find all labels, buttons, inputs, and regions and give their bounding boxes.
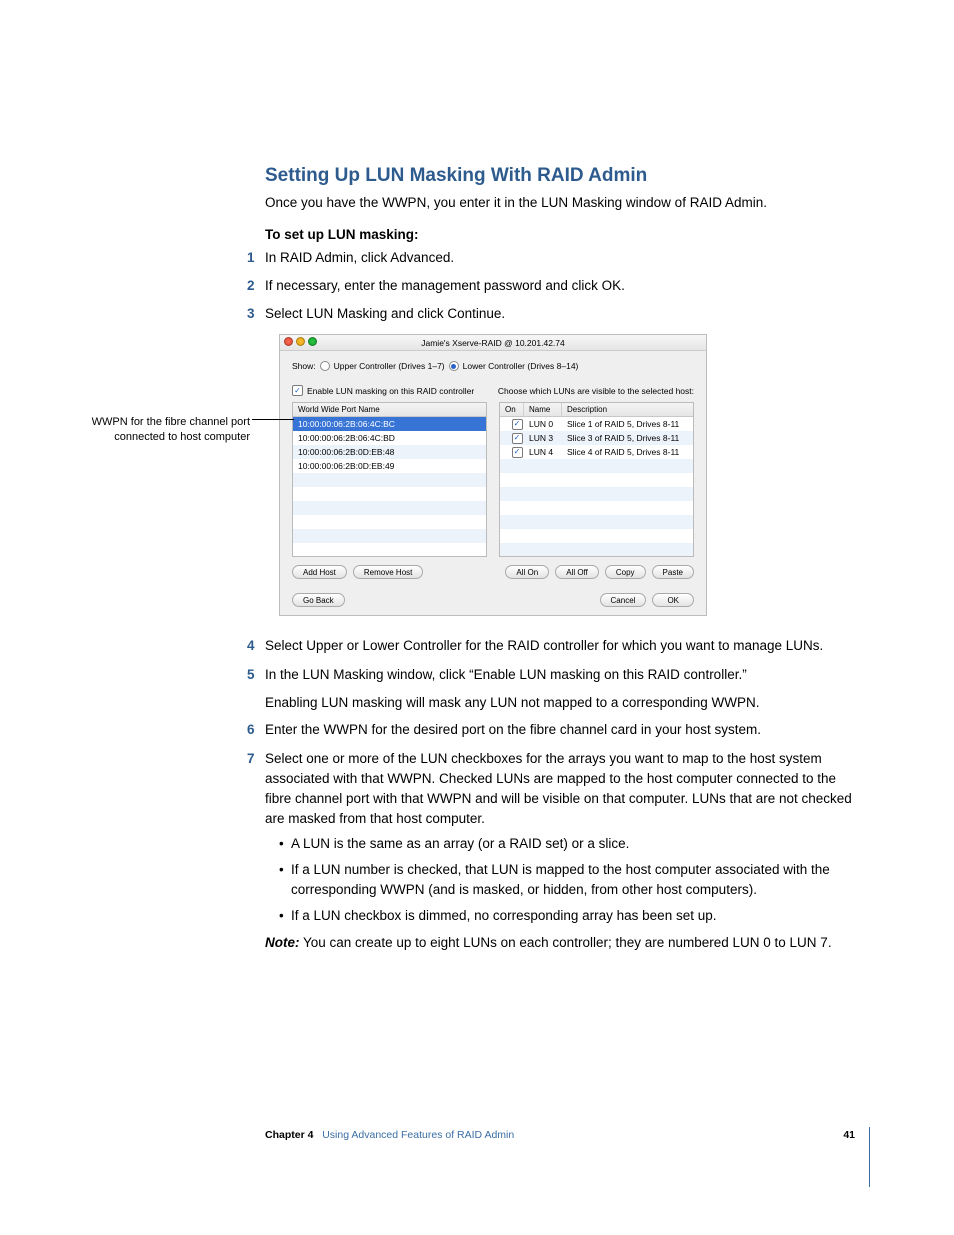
lun-checkbox[interactable] [512, 447, 523, 458]
raid-admin-dialog: Jamie's Xserve-RAID @ 10.201.42.74 Show:… [279, 334, 707, 616]
step-note: Enabling LUN masking will mask any LUN n… [265, 693, 855, 713]
ok-button[interactable]: OK [652, 593, 694, 607]
wwpn-value: 10:00:00:06:2B:06:4C:BC [298, 419, 395, 429]
step-item: 3Select LUN Masking and click Continue. [265, 304, 855, 324]
show-label: Show: [292, 361, 316, 371]
controller-show-row: Show: Upper Controller (Drives 1–7) Lowe… [292, 361, 694, 371]
lun-desc: Slice 3 of RAID 5, Drives 8-11 [567, 433, 688, 444]
wwpn-row[interactable]: 10:00:00:06:2B:06:4C:BC [293, 417, 486, 431]
callout-leader-line [252, 419, 294, 420]
lun-header-on: On [500, 403, 524, 416]
dialog-title: Jamie's Xserve-RAID @ 10.201.42.74 [421, 338, 564, 348]
step-bullet-list: A LUN is the same as an array (or a RAID… [265, 834, 855, 927]
bullet-item: If a LUN number is checked, that LUN is … [279, 860, 855, 901]
footer-divider [869, 1127, 870, 1187]
lower-controller-label: Lower Controller (Drives 8–14) [463, 361, 579, 371]
wwpn-row[interactable]: 10:00:00:06:2B:06:4C:BD [293, 431, 486, 445]
step-item: 1In RAID Admin, click Advanced. [265, 248, 855, 268]
dialog-titlebar: Jamie's Xserve-RAID @ 10.201.42.74 [280, 335, 706, 351]
step-list-a: 1In RAID Admin, click Advanced. 2If nece… [265, 248, 855, 325]
radio-upper-controller[interactable] [320, 361, 330, 371]
cancel-button[interactable]: Cancel [600, 593, 647, 607]
step-text: In RAID Admin, click Advanced. [265, 250, 454, 265]
upper-controller-label: Upper Controller (Drives 1–7) [334, 361, 445, 371]
lun-name: LUN 4 [529, 447, 567, 458]
wwpn-row[interactable]: 10:00:00:06:2B:0D:EB:49 [293, 459, 486, 473]
section-heading: Setting Up LUN Masking With RAID Admin [265, 165, 855, 187]
enable-lun-masking-label: Enable LUN masking on this RAID controll… [307, 386, 474, 396]
step-text: Enter the WWPN for the desired port on t… [265, 722, 761, 737]
window-zoom-icon[interactable] [308, 337, 317, 346]
step-text: Select Upper or Lower Controller for the… [265, 638, 823, 653]
step-item: 7Select one or more of the LUN checkboxe… [265, 749, 855, 953]
wwpn-value: 10:00:00:06:2B:0D:EB:48 [298, 447, 394, 457]
intro-paragraph: Once you have the WWPN, you enter it in … [265, 193, 855, 213]
note-body: You can create up to eight LUNs on each … [300, 935, 832, 950]
step-list-b: 4Select Upper or Lower Controller for th… [265, 636, 855, 952]
step-item: 4Select Upper or Lower Controller for th… [265, 636, 855, 656]
wwpn-value: 10:00:00:06:2B:0D:EB:49 [298, 461, 394, 471]
lun-name: LUN 3 [529, 433, 567, 444]
lun-desc: Slice 1 of RAID 5, Drives 8-11 [567, 419, 688, 430]
wwpn-row[interactable]: 10:00:00:06:2B:0D:EB:48 [293, 445, 486, 459]
note-label: Note: [265, 935, 300, 950]
all-off-button[interactable]: All Off [555, 565, 599, 579]
footer-chapter: Chapter 4 [265, 1129, 313, 1141]
radio-lower-controller[interactable] [449, 361, 459, 371]
step-text: Select LUN Masking and click Continue. [265, 306, 505, 321]
lun-list-panel: On Name Description LUN 0Slice 1 of RAID… [499, 402, 694, 557]
wwpn-value: 10:00:00:06:2B:06:4C:BD [298, 433, 395, 443]
step-item: 2If necessary, enter the management pass… [265, 276, 855, 296]
remove-host-button[interactable]: Remove Host [353, 565, 423, 579]
paste-button[interactable]: Paste [652, 565, 694, 579]
window-minimize-icon[interactable] [296, 337, 305, 346]
lun-row[interactable]: LUN 4Slice 4 of RAID 5, Drives 8-11 [500, 445, 693, 459]
step-item: 5In the LUN Masking window, click “Enabl… [265, 665, 855, 713]
page-footer: Chapter 4 Using Advanced Features of RAI… [265, 1129, 855, 1141]
bullet-item: A LUN is the same as an array (or a RAID… [279, 834, 855, 854]
figure-callout: WWPN for the fibre channel port connecte… [75, 415, 250, 445]
lun-checkbox[interactable] [512, 419, 523, 430]
procedure-heading: To set up LUN masking: [265, 227, 855, 242]
wwpn-header: World Wide Port Name [293, 403, 486, 416]
lun-header-desc: Description [562, 403, 693, 416]
window-close-icon[interactable] [284, 337, 293, 346]
bullet-item: If a LUN checkbox is dimmed, no correspo… [279, 906, 855, 926]
wwpn-list-panel: World Wide Port Name 10:00:00:06:2B:06:4… [292, 402, 487, 557]
all-on-button[interactable]: All On [505, 565, 549, 579]
page-number: 41 [843, 1129, 855, 1141]
lun-name: LUN 0 [529, 419, 567, 430]
lun-desc: Slice 4 of RAID 5, Drives 8-11 [567, 447, 688, 458]
note-paragraph: Note: You can create up to eight LUNs on… [265, 933, 855, 953]
choose-luns-label: Choose which LUNs are visible to the sel… [498, 386, 694, 396]
step-item: 6Enter the WWPN for the desired port on … [265, 720, 855, 740]
raid-admin-dialog-figure: Jamie's Xserve-RAID @ 10.201.42.74 Show:… [279, 334, 855, 616]
enable-lun-masking-checkbox[interactable] [292, 385, 303, 396]
step-text: In the LUN Masking window, click “Enable… [265, 667, 747, 682]
lun-row[interactable]: LUN 0Slice 1 of RAID 5, Drives 8-11 [500, 417, 693, 431]
step-text: Select one or more of the LUN checkboxes… [265, 751, 852, 827]
footer-chapter-title: Using Advanced Features of RAID Admin [322, 1129, 514, 1141]
copy-button[interactable]: Copy [605, 565, 646, 579]
step-text: If necessary, enter the management passw… [265, 278, 625, 293]
lun-header-name: Name [524, 403, 562, 416]
lun-checkbox[interactable] [512, 433, 523, 444]
add-host-button[interactable]: Add Host [292, 565, 347, 579]
go-back-button[interactable]: Go Back [292, 593, 345, 607]
lun-row[interactable]: LUN 3Slice 3 of RAID 5, Drives 8-11 [500, 431, 693, 445]
